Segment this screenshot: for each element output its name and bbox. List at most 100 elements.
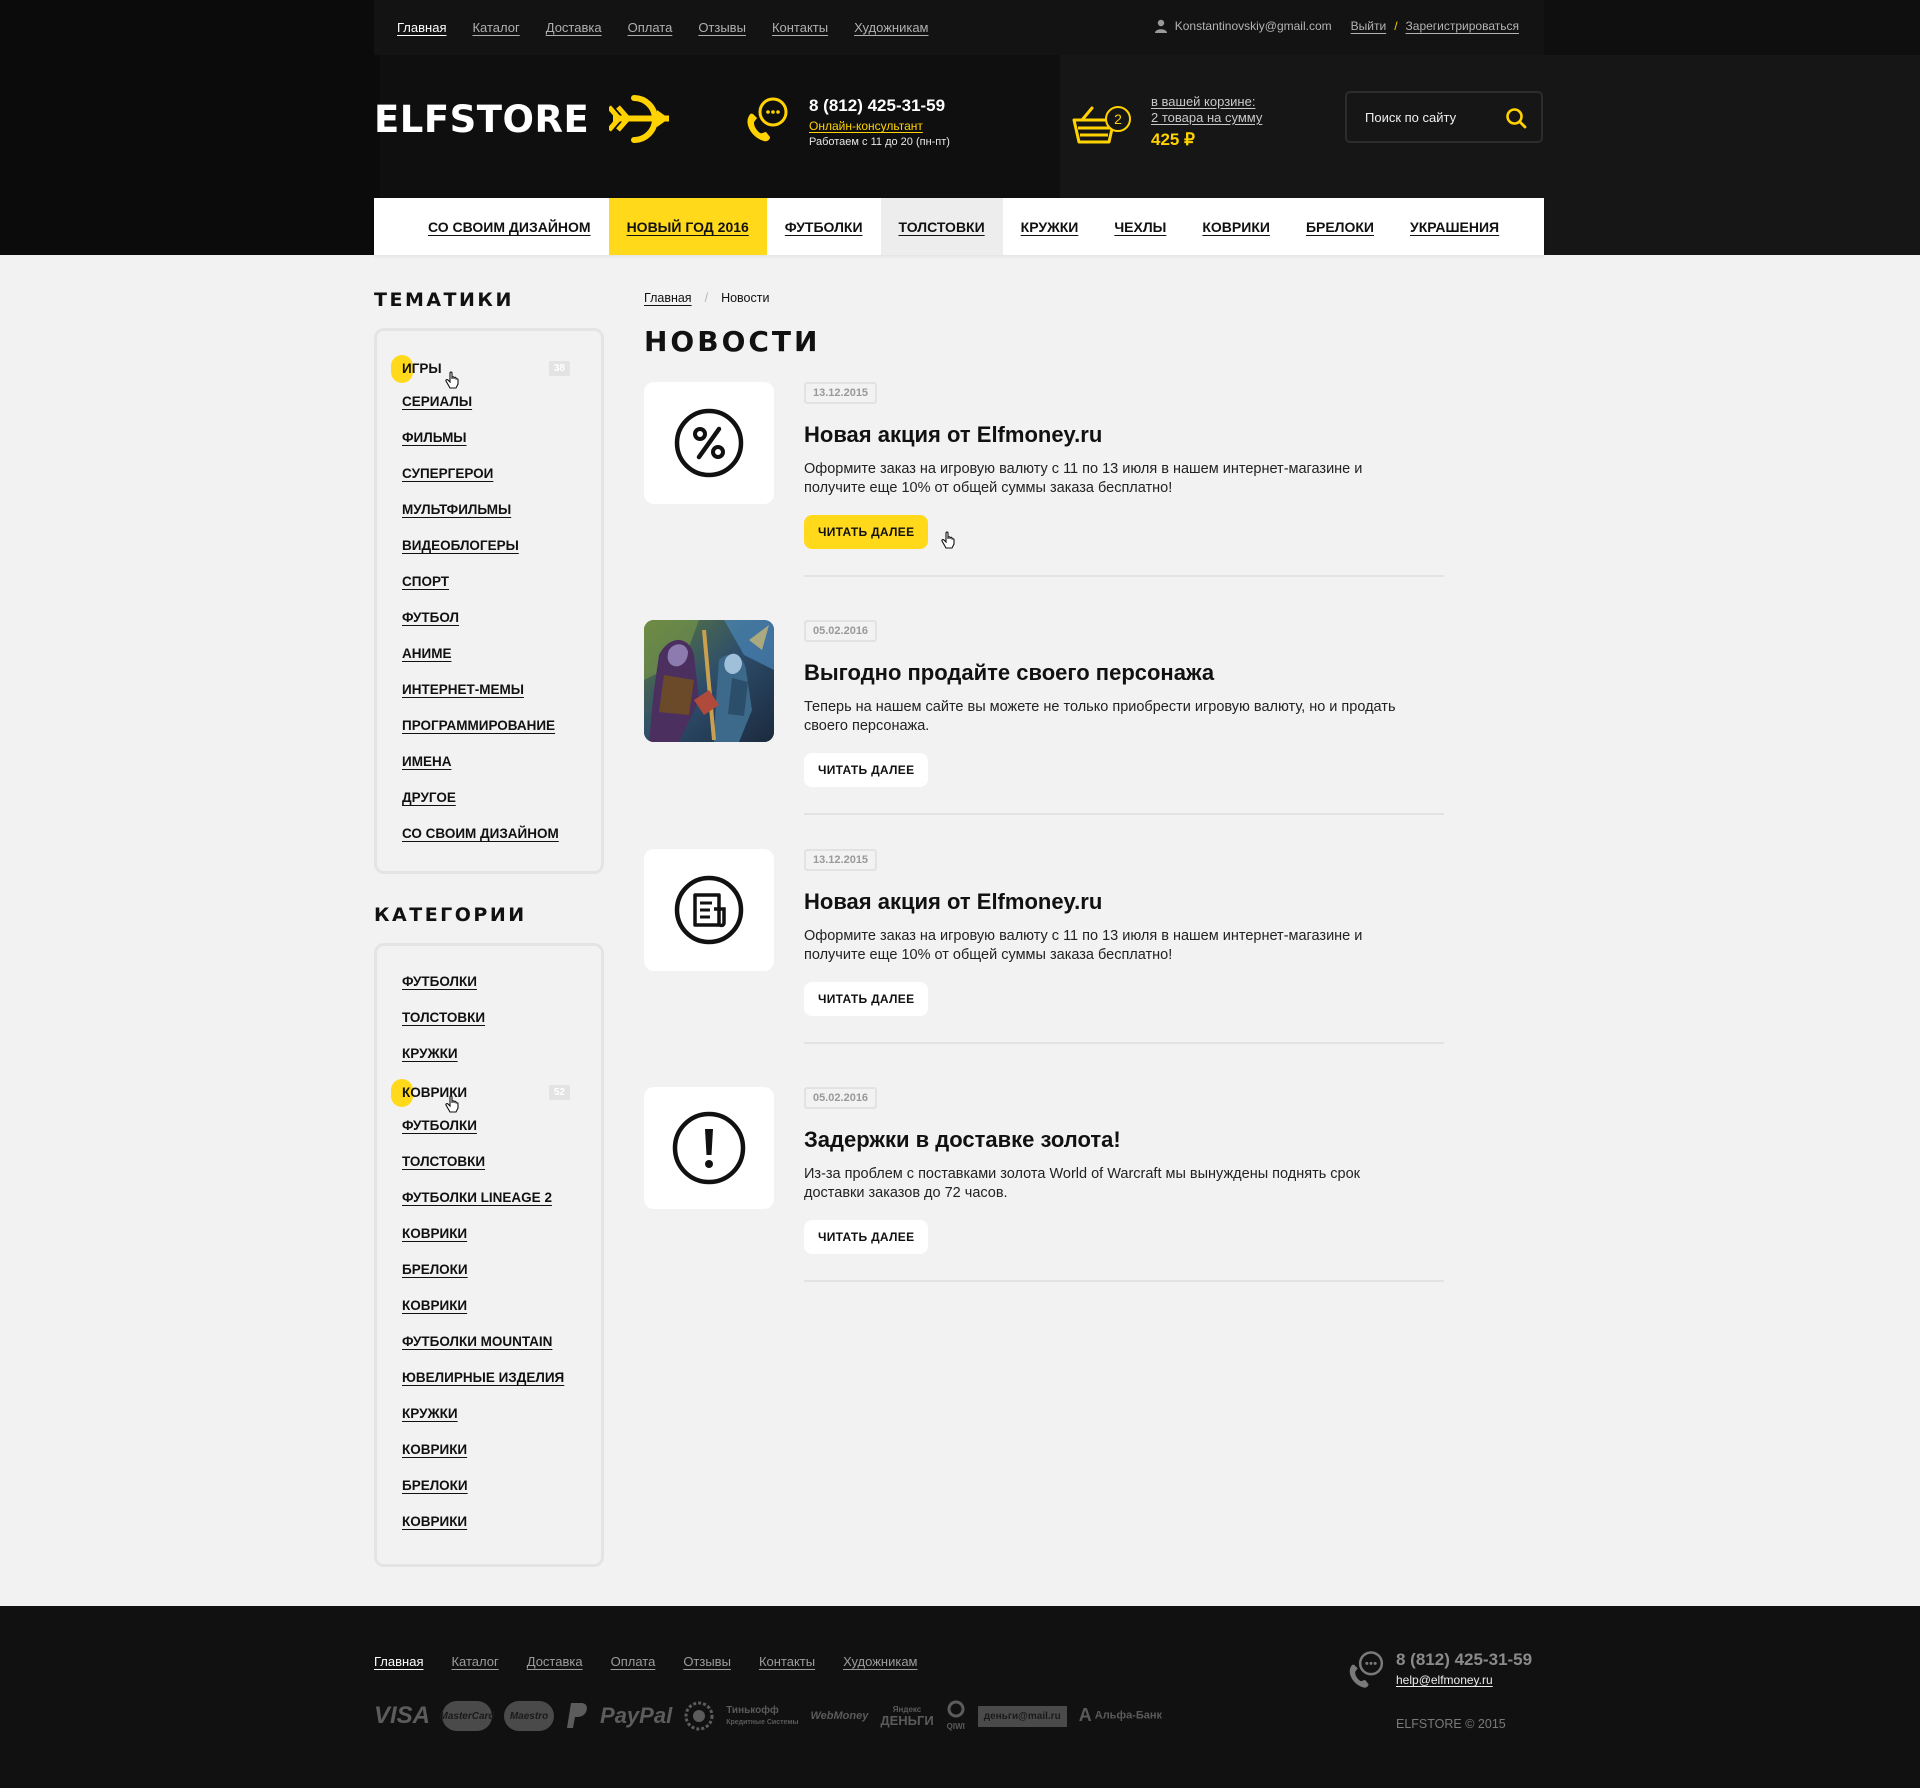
logout-link[interactable]: Выйти (1351, 19, 1387, 33)
category-item[interactable]: КОВРИКИ (402, 1503, 576, 1539)
news-thumbnail[interactable] (644, 1087, 774, 1209)
sidebar-item-label[interactable]: ФУТБОЛКИ (402, 974, 477, 989)
read-more-button[interactable]: ЧИТАТЬ ДАЛЕЕ (804, 1220, 929, 1254)
category-custom-design[interactable]: СО СВОИМ ДИЗАЙНОМ (410, 198, 609, 255)
sidebar-item-label[interactable]: КОВРИКИ (402, 1514, 467, 1529)
footer-phone[interactable]: 8 (812) 425-31-59 (1396, 1650, 1532, 1670)
theme-item[interactable]: ИМЕНА (402, 743, 576, 779)
sidebar-item-label[interactable]: ФУТБОЛ (402, 610, 459, 625)
footer-nav-artists[interactable]: Художникам (843, 1654, 917, 1669)
theme-item[interactable]: ИНТЕРНЕТ-МЕМЫ (402, 671, 576, 707)
top-nav-catalog[interactable]: Каталог (472, 20, 519, 35)
sidebar-item-label[interactable]: ФУТБОЛКИ MOUNTAIN (402, 1334, 552, 1349)
theme-item[interactable]: СПОРТ (402, 563, 576, 599)
top-nav-payment[interactable]: Оплата (628, 20, 673, 35)
site-logo[interactable]: ELFSTORE (374, 94, 671, 144)
sidebar-item-label[interactable]: СУПЕРГЕРОИ (402, 466, 493, 481)
news-title[interactable]: Выгодно продайте своего персонажа (804, 660, 1214, 686)
footer-nav-payment[interactable]: Оплата (611, 1654, 656, 1669)
read-more-button[interactable]: ЧИТАТЬ ДАЛЕЕ (804, 753, 929, 787)
category-item[interactable]: ФУТБОЛКИ MOUNTAIN (402, 1323, 576, 1359)
search-input[interactable] (1365, 107, 1505, 127)
category-item[interactable]: БРЕЛОКИ (402, 1467, 576, 1503)
cart-line-1[interactable]: в вашей корзине: (1151, 94, 1255, 109)
sidebar-item-label[interactable]: ИГРЫ (402, 361, 442, 376)
sidebar-item-label[interactable]: КОВРИКИ (402, 1442, 467, 1457)
sidebar-item-label[interactable]: КОВРИКИ (402, 1298, 467, 1313)
sidebar-item-label[interactable]: ДРУГОЕ (402, 790, 456, 805)
contact-phone[interactable]: 8 (812) 425-31-59 (809, 96, 945, 116)
sidebar-item-label[interactable]: ФИЛЬМЫ (402, 430, 467, 445)
news-title[interactable]: Новая акция от Elfmoney.ru (804, 422, 1102, 448)
top-nav-delivery[interactable]: Доставка (546, 20, 602, 35)
cart-line-2[interactable]: 2 товара на сумму (1151, 110, 1262, 125)
theme-item[interactable]: СО СВОИМ ДИЗАЙНОМ (402, 815, 576, 851)
category-tshirts[interactable]: ФУТБОЛКИ (767, 198, 881, 255)
top-nav-home[interactable]: Главная (397, 20, 446, 35)
sidebar-item-label[interactable]: ТОЛСТОВКИ (402, 1154, 485, 1169)
category-item[interactable]: ТОЛСТОВКИ (402, 999, 576, 1035)
category-mugs[interactable]: КРУЖКИ (1003, 198, 1097, 255)
sidebar-item-label[interactable]: МУЛЬТФИЛЬМЫ (402, 502, 511, 517)
news-title[interactable]: Задержки в доставке золота! (804, 1127, 1121, 1153)
category-item[interactable]: ФУТБОЛКИ (402, 963, 576, 999)
sidebar-item-label[interactable]: СПОРТ (402, 574, 449, 589)
sidebar-item-label[interactable]: БРЕЛОКИ (402, 1478, 468, 1493)
theme-item[interactable]: ВИДЕОБЛОГЕРЫ (402, 527, 576, 563)
news-thumbnail[interactable] (644, 620, 774, 742)
sidebar-item-label[interactable]: АНИМЕ (402, 646, 451, 661)
sidebar-item-label[interactable]: ФУТБОЛКИ (402, 1118, 477, 1133)
sidebar-item-label[interactable]: БРЕЛОКИ (402, 1262, 468, 1277)
category-item[interactable]: БРЕЛОКИ (402, 1251, 576, 1287)
theme-item[interactable]: АНИМЕ (402, 635, 576, 671)
sidebar-item-label[interactable]: КОВРИКИ (402, 1226, 467, 1241)
top-nav-artists[interactable]: Художникам (854, 20, 928, 35)
category-new-year[interactable]: НОВЫЙ ГОД 2016 (608, 198, 767, 255)
category-item[interactable]: КРУЖКИ (402, 1395, 576, 1431)
category-item[interactable]: КОВРИКИ (402, 1431, 576, 1467)
register-link[interactable]: Зарегистрироваться (1406, 19, 1519, 33)
footer-nav-contacts[interactable]: Контакты (759, 1654, 815, 1669)
footer-nav-catalog[interactable]: Каталог (451, 1654, 498, 1669)
category-item[interactable]: КРУЖКИ (402, 1035, 576, 1071)
top-nav-reviews[interactable]: Отзывы (698, 20, 746, 35)
category-mousepads[interactable]: КОВРИКИ (1184, 198, 1288, 255)
theme-item[interactable]: ДРУГОЕ (402, 779, 576, 815)
sidebar-item-label[interactable]: ПРОГРАММИРОВАНИЕ (402, 718, 555, 733)
category-hoodies[interactable]: ТОЛСТОВКИ (880, 198, 1003, 255)
search-icon[interactable] (1505, 107, 1527, 129)
sidebar-item-label[interactable]: КРУЖКИ (402, 1406, 458, 1421)
news-title[interactable]: Новая акция от Elfmoney.ru (804, 889, 1102, 915)
sidebar-item-label[interactable]: СО СВОИМ ДИЗАЙНОМ (402, 826, 559, 841)
category-keychains[interactable]: БРЕЛОКИ (1288, 198, 1392, 255)
category-item[interactable]: КОВРИКИ (402, 1287, 576, 1323)
sidebar-item-label[interactable]: ТОЛСТОВКИ (402, 1010, 485, 1025)
theme-item[interactable]: СЕРИАЛЫ (402, 383, 576, 419)
category-item[interactable]: ЮВЕЛИРНЫЕ ИЗДЕЛИЯ (402, 1359, 576, 1395)
category-item[interactable]: КОВРИКИ (402, 1215, 576, 1251)
category-item[interactable]: ТОЛСТОВКИ (402, 1143, 576, 1179)
footer-nav-reviews[interactable]: Отзывы (683, 1654, 731, 1669)
category-item[interactable]: ФУТБОЛКИ LINEAGE 2 (402, 1179, 576, 1215)
read-more-button[interactable]: ЧИТАТЬ ДАЛЕЕ (804, 515, 929, 549)
news-thumbnail[interactable] (644, 849, 774, 971)
sidebar-item-label[interactable]: ИНТЕРНЕТ-МЕМЫ (402, 682, 524, 697)
footer-email-link[interactable]: help@elfmoney.ru (1396, 1673, 1493, 1687)
sidebar-item-label[interactable]: ВИДЕОБЛОГЕРЫ (402, 538, 519, 553)
top-nav-contacts[interactable]: Контакты (772, 20, 828, 35)
category-item[interactable]: ФУТБОЛКИ (402, 1107, 576, 1143)
theme-item[interactable]: СУПЕРГЕРОИ (402, 455, 576, 491)
sidebar-item-label[interactable]: ИМЕНА (402, 754, 451, 769)
breadcrumb-home[interactable]: Главная (644, 291, 692, 305)
theme-item[interactable]: ПРОГРАММИРОВАНИЕ (402, 707, 576, 743)
sidebar-item-label[interactable]: ФУТБОЛКИ LINEAGE 2 (402, 1190, 552, 1205)
category-item[interactable]: КОВРИКИ 52 (391, 1071, 576, 1113)
sidebar-item-label[interactable]: КРУЖКИ (402, 1046, 458, 1061)
sidebar-item-label[interactable]: ЮВЕЛИРНЫЕ ИЗДЕЛИЯ (402, 1370, 564, 1385)
read-more-button[interactable]: ЧИТАТЬ ДАЛЕЕ (804, 982, 929, 1016)
category-cases[interactable]: ЧЕХЛЫ (1096, 198, 1184, 255)
footer-nav-delivery[interactable]: Доставка (527, 1654, 583, 1669)
theme-item[interactable]: ФУТБОЛ (402, 599, 576, 635)
category-jewelry[interactable]: УКРАШЕНИЯ (1392, 198, 1517, 255)
footer-nav-home[interactable]: Главная (374, 1654, 423, 1669)
